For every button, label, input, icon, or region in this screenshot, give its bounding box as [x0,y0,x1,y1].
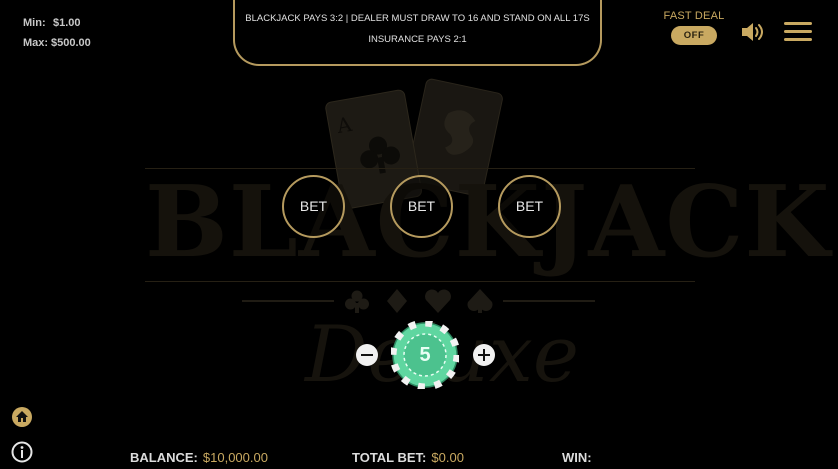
balance-label: BALANCE: [130,450,198,465]
rules-line-1: BLACKJACK PAYS 3:2 | DEALER MUST DRAW TO… [245,13,590,24]
min-limit-value: $1.00 [53,17,81,29]
win-label: WIN: [562,450,592,465]
fast-deal-control: FAST DEAL OFF [660,10,728,45]
balance-stat: BALANCE: $10,000.00 [130,450,268,465]
decrease-chip-button[interactable] [356,344,378,366]
increase-chip-button[interactable] [473,344,495,366]
selected-chip[interactable]: 5 [389,319,461,391]
heart-icon [425,289,451,313]
rules-line-2: INSURANCE PAYS 2:1 [368,34,467,45]
sound-button[interactable] [740,21,766,43]
min-limit-label: Min: [23,17,46,29]
max-limit-value: $500.00 [51,37,91,49]
chip-value: 5 [419,344,431,366]
total-bet-stat: TOTAL BET: $0.00 [352,450,464,465]
win-stat: WIN: [562,450,597,465]
spade-icon [467,289,493,313]
max-limit-label: Max: [23,37,49,49]
logo-card-rank: A [335,111,354,139]
bet-spot-1[interactable]: BET [282,175,345,238]
fast-deal-label: FAST DEAL [663,10,725,22]
menu-button[interactable] [784,22,812,42]
bet-spot-3[interactable]: BET [498,175,561,238]
table-limits: Min: $1.00 Max: $500.00 [23,13,91,53]
club-icon [345,290,369,313]
diamond-icon [387,289,407,313]
logo-suits [242,289,595,313]
total-bet-value: $0.00 [431,450,464,465]
min-limit: Min: $1.00 [23,13,91,33]
home-button[interactable] [11,406,33,428]
info-button[interactable] [11,441,33,463]
fast-deal-toggle[interactable]: OFF [671,26,717,45]
home-icon [12,407,32,427]
bet-spot-2[interactable]: BET [390,175,453,238]
rules-banner: BLACKJACK PAYS 3:2 | DEALER MUST DRAW TO… [233,0,602,66]
speaker-icon [742,23,763,41]
hamburger-menu-icon [784,22,812,41]
balance-value: $10,000.00 [202,450,268,465]
max-limit: Max: $500.00 [23,33,91,53]
total-bet-label: TOTAL BET: [352,450,427,465]
info-icon [11,441,33,463]
